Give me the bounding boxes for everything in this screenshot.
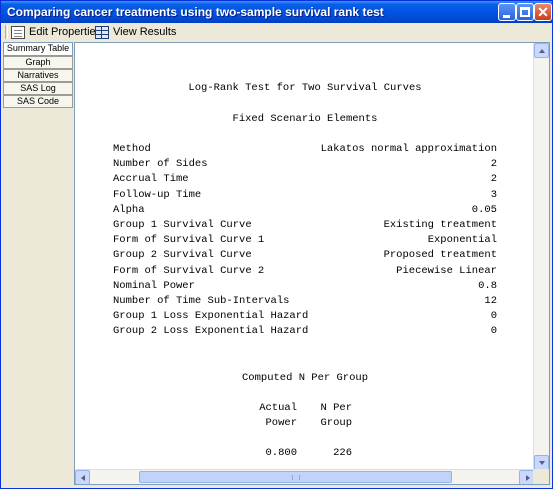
report-title: Log-Rank Test for Two Survival Curves <box>188 82 422 94</box>
nav-summary-table[interactable]: Summary Table <box>3 42 73 56</box>
maximize-icon <box>520 7 530 17</box>
scroll-left-button[interactable] <box>75 470 90 484</box>
view-results-label: View Results <box>113 26 177 38</box>
scenario-value: 0 <box>490 325 497 338</box>
scenario-label: Form of Survival Curve 1 <box>113 234 265 247</box>
col-header-power: Power <box>265 417 297 429</box>
scenario-value: Existing treatment <box>383 219 497 231</box>
minimize-button[interactable] <box>498 3 516 21</box>
nav-sas-log[interactable]: SAS Log <box>3 82 73 95</box>
scenario-label: Group 2 Loss Exponential Hazard <box>113 325 309 338</box>
window-title: Comparing cancer treatments using two-sa… <box>7 5 384 19</box>
scenario-value: 0.8 <box>478 279 497 292</box>
scrollbar-corner <box>533 469 549 484</box>
scroll-right-button[interactable] <box>519 470 534 484</box>
scenario-value: Lakatos normal approximation <box>320 143 497 155</box>
app-window: Comparing cancer treatments using two-sa… <box>0 0 553 489</box>
scenario-label: Number of Sides <box>113 158 208 171</box>
up-arrow-icon <box>539 49 545 53</box>
scroll-up-button[interactable] <box>534 43 549 58</box>
scenario-label: Group 1 Survival Curve <box>113 219 252 231</box>
scenario-value: 0.05 <box>471 203 497 216</box>
scenario-label: Group 1 Loss Exponential Hazard <box>113 310 309 323</box>
col-header-actual: Actual <box>259 402 297 414</box>
horizontal-scrollbar[interactable] <box>75 469 534 484</box>
scenario-value: Exponential <box>427 234 497 247</box>
scenario-label: Form of Survival Curve 2 <box>113 264 265 277</box>
edit-properties-icon <box>11 25 25 39</box>
n-per-group-value: 226 <box>333 447 352 459</box>
col-header-group: Group <box>320 417 352 429</box>
title-bar[interactable]: Comparing cancer treatments using two-sa… <box>1 1 552 23</box>
results-panel: Log-Rank Test for Two Survival Curves Fi… <box>74 42 550 485</box>
nav-narratives[interactable]: Narratives <box>3 69 73 82</box>
edit-properties-button[interactable]: Edit Properties <box>11 24 101 40</box>
actual-power-value: 0.800 <box>265 447 297 459</box>
down-arrow-icon <box>539 461 545 465</box>
view-results-icon <box>95 25 109 39</box>
scroll-down-button[interactable] <box>534 455 549 470</box>
toolbar-grip <box>5 25 8 39</box>
right-arrow-icon <box>526 475 530 481</box>
scenario-value: 2 <box>490 158 497 171</box>
computed-title: Computed N Per Group <box>241 372 369 384</box>
vertical-scrollbar[interactable] <box>533 43 549 470</box>
left-arrow-icon <box>81 475 85 481</box>
scenario-value: 2 <box>490 173 497 186</box>
scenario-label: Group 2 Survival Curve <box>113 249 252 262</box>
maximize-button[interactable] <box>516 3 534 21</box>
summary-report: Log-Rank Test for Two Survival Curves Fi… <box>75 43 535 471</box>
scenario-label: Method <box>113 143 151 155</box>
scenario-value: Piecewise Linear <box>396 264 497 277</box>
edit-properties-label: Edit Properties <box>29 26 102 38</box>
toolbar: Edit Properties View Results <box>1 23 552 40</box>
scenario-label: Alpha <box>113 203 145 216</box>
result-nav: Summary Table Graph Narratives SAS Log S… <box>3 42 73 108</box>
scenario-value: 3 <box>490 188 497 201</box>
scenario-value: 0 <box>490 310 497 323</box>
scenario-value: 12 <box>484 295 497 307</box>
close-button[interactable]: ✕ <box>534 3 552 21</box>
view-results-button[interactable]: View Results <box>95 24 176 40</box>
minimize-icon <box>503 15 510 18</box>
scenario-value: Proposed treatment <box>383 249 497 262</box>
section-title: Fixed Scenario Elements <box>232 113 378 125</box>
scenario-label: Accrual Time <box>113 173 189 186</box>
scenario-label: Nominal Power <box>113 279 195 292</box>
close-icon: ✕ <box>537 4 549 20</box>
scenario-label: Follow-up Time <box>113 188 202 201</box>
col-header-nper: N Per <box>320 402 352 414</box>
horizontal-scroll-thumb[interactable] <box>139 471 452 483</box>
grip-icon <box>292 475 300 480</box>
scenario-label: Number of Time Sub-Intervals <box>113 295 290 307</box>
nav-graph[interactable]: Graph <box>3 56 73 69</box>
nav-sas-code[interactable]: SAS Code <box>3 95 73 108</box>
